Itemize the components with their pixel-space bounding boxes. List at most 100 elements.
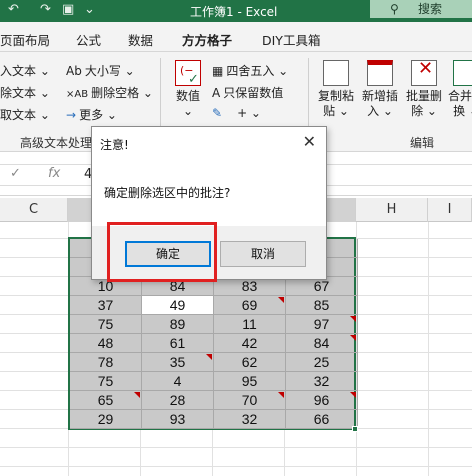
- comment-indicator-icon: [206, 354, 212, 360]
- more-button[interactable]: → 更多 ⌄: [66, 106, 117, 123]
- extract-text-button[interactable]: 取文本 ⌄: [0, 106, 50, 123]
- table-cell[interactable]: 85: [286, 296, 358, 315]
- arrow-right-icon: →: [66, 108, 77, 122]
- comment-indicator-icon: [134, 392, 140, 398]
- insert-text-button[interactable]: 入文本 ⌄: [0, 62, 50, 79]
- numeric-button[interactable]: (− ✓ 数值 ⌄: [170, 60, 206, 119]
- numeric-label: 数值: [175, 89, 200, 103]
- table-cell[interactable]: 49: [142, 296, 214, 315]
- table-cell[interactable]: 11: [214, 315, 286, 334]
- merge-button[interactable]: 合并转 换 ⌄: [446, 60, 472, 119]
- round-button[interactable]: ▦ 四舍五入 ⌄: [212, 62, 288, 79]
- tab-formulas[interactable]: 公式: [76, 30, 101, 49]
- dialog-message: 确定删除选区中的批注?: [104, 186, 231, 200]
- merge-icon: [453, 60, 472, 86]
- delete-text-button[interactable]: 除文本 ⌄: [0, 84, 50, 101]
- tab-data[interactable]: 数据: [128, 30, 153, 49]
- fx-icon[interactable]: fx: [48, 166, 60, 181]
- table-cell[interactable]: 65: [70, 391, 142, 410]
- table-cell[interactable]: 75: [70, 372, 142, 391]
- table-cell[interactable]: 93: [142, 410, 214, 429]
- window-title: 工作簿1 - Excel: [190, 5, 278, 19]
- column-header-i[interactable]: I: [428, 198, 472, 222]
- table-cell[interactable]: 96: [286, 391, 358, 410]
- case-label: 大小写 ⌄: [84, 64, 135, 78]
- table-cell[interactable]: 32: [214, 410, 286, 429]
- numeric-icon: (− ✓: [175, 60, 201, 87]
- insert-rows-icon: [367, 60, 393, 86]
- grid-column-line: [428, 222, 429, 476]
- ab-icon: A: [212, 86, 221, 100]
- table-cell[interactable]: 78: [70, 353, 142, 372]
- plus-button[interactable]: ✎ + ⌄: [212, 106, 261, 120]
- insert-button[interactable]: 新增插 入 ⌄: [360, 60, 400, 119]
- tab-fangfang[interactable]: 方方格子: [182, 30, 233, 56]
- batch-delete-label: 批量删 除 ⌄: [405, 89, 442, 118]
- chevron-down-icon: ⌄: [182, 104, 194, 118]
- group-label-edit: 编辑: [410, 136, 435, 150]
- table-cell[interactable]: 84: [286, 334, 358, 353]
- table-cell[interactable]: 28: [142, 391, 214, 410]
- cancel-button[interactable]: 取消: [220, 241, 306, 267]
- redo-icon[interactable]: ↷: [40, 2, 51, 17]
- table-cell[interactable]: 70: [214, 391, 286, 410]
- search-icon: ⚲: [390, 2, 399, 16]
- table-cell[interactable]: 4: [142, 372, 214, 391]
- delete-grid-icon: ✕: [411, 60, 437, 86]
- ribbon-tabs: 页面布局 公式 数据 方方格子 DIY工具箱: [0, 22, 472, 56]
- tab-page-layout[interactable]: 页面布局: [0, 30, 50, 49]
- dialog-title: 注意!: [100, 138, 129, 152]
- table-cell[interactable]: 75: [70, 315, 142, 334]
- check-icon[interactable]: ✓: [10, 166, 21, 181]
- table-cell[interactable]: 42: [214, 334, 286, 353]
- round-label: 四舍五入 ⌄: [226, 64, 289, 78]
- table-cell[interactable]: 32: [286, 372, 358, 391]
- case-button[interactable]: Ab 大小写 ⌄: [66, 62, 135, 79]
- table-cell[interactable]: 66: [286, 410, 358, 429]
- table-cell[interactable]: 48: [70, 334, 142, 353]
- table-cell[interactable]: 95: [214, 372, 286, 391]
- comment-indicator-icon: [350, 316, 356, 322]
- undo-icon[interactable]: ↶: [8, 2, 19, 17]
- merge-label: 合并转 换 ⌄: [447, 89, 472, 118]
- close-icon[interactable]: ✕: [303, 132, 316, 151]
- remove-space-button[interactable]: ×AB 删除空格 ⌄: [66, 84, 153, 101]
- copy-paste-button[interactable]: 复制粘 贴 ⌄: [316, 60, 356, 119]
- column-header-h[interactable]: H: [356, 198, 428, 222]
- search-label: 搜索: [418, 2, 443, 16]
- table-cell[interactable]: 69: [214, 296, 286, 315]
- table-cell[interactable]: 37: [70, 296, 142, 315]
- insert-label: 新增插 入 ⌄: [361, 89, 398, 118]
- table-cell[interactable]: 61: [142, 334, 214, 353]
- comment-indicator-icon: [278, 392, 284, 398]
- table-cell[interactable]: 89: [142, 315, 214, 334]
- comment-indicator-icon: [278, 297, 284, 303]
- remove-space-label: 删除空格 ⌄: [91, 86, 153, 100]
- table-cell[interactable]: 97: [286, 315, 358, 334]
- grid-row-line: [0, 447, 472, 448]
- comment-indicator-icon: [350, 392, 356, 398]
- dropdown-icon[interactable]: ⌄: [84, 2, 95, 17]
- keep-value-button[interactable]: A 只保留数值: [212, 84, 283, 101]
- copy-paste-label: 复制粘 贴 ⌄: [317, 89, 354, 118]
- table-cell[interactable]: 62: [214, 353, 286, 372]
- grid-row-line: [0, 466, 472, 467]
- batch-delete-button[interactable]: ✕ 批量删 除 ⌄: [404, 60, 444, 119]
- group-label-text: 高级文本处理: [20, 136, 93, 150]
- table-cell[interactable]: 29: [70, 410, 142, 429]
- case-icon: Ab: [66, 64, 82, 78]
- keep-value-label: 只保留数值: [223, 86, 284, 100]
- tab-diy-toolbox[interactable]: DIY工具箱: [262, 30, 320, 49]
- remove-space-icon: ×AB: [66, 89, 89, 100]
- save-icon[interactable]: ▣: [62, 2, 74, 17]
- edit-icon: ✎: [212, 106, 223, 120]
- clipboard-icon: [323, 60, 349, 86]
- more-label: 更多 ⌄: [79, 108, 117, 122]
- fill-handle[interactable]: [352, 426, 358, 432]
- grid-icon: ▦: [212, 64, 224, 78]
- annotation-highlight-box: [107, 222, 217, 282]
- search-box[interactable]: ⚲ 搜索: [370, 0, 472, 18]
- table-cell[interactable]: 35: [142, 353, 214, 372]
- column-header-c[interactable]: C: [0, 198, 68, 222]
- table-cell[interactable]: 25: [286, 353, 358, 372]
